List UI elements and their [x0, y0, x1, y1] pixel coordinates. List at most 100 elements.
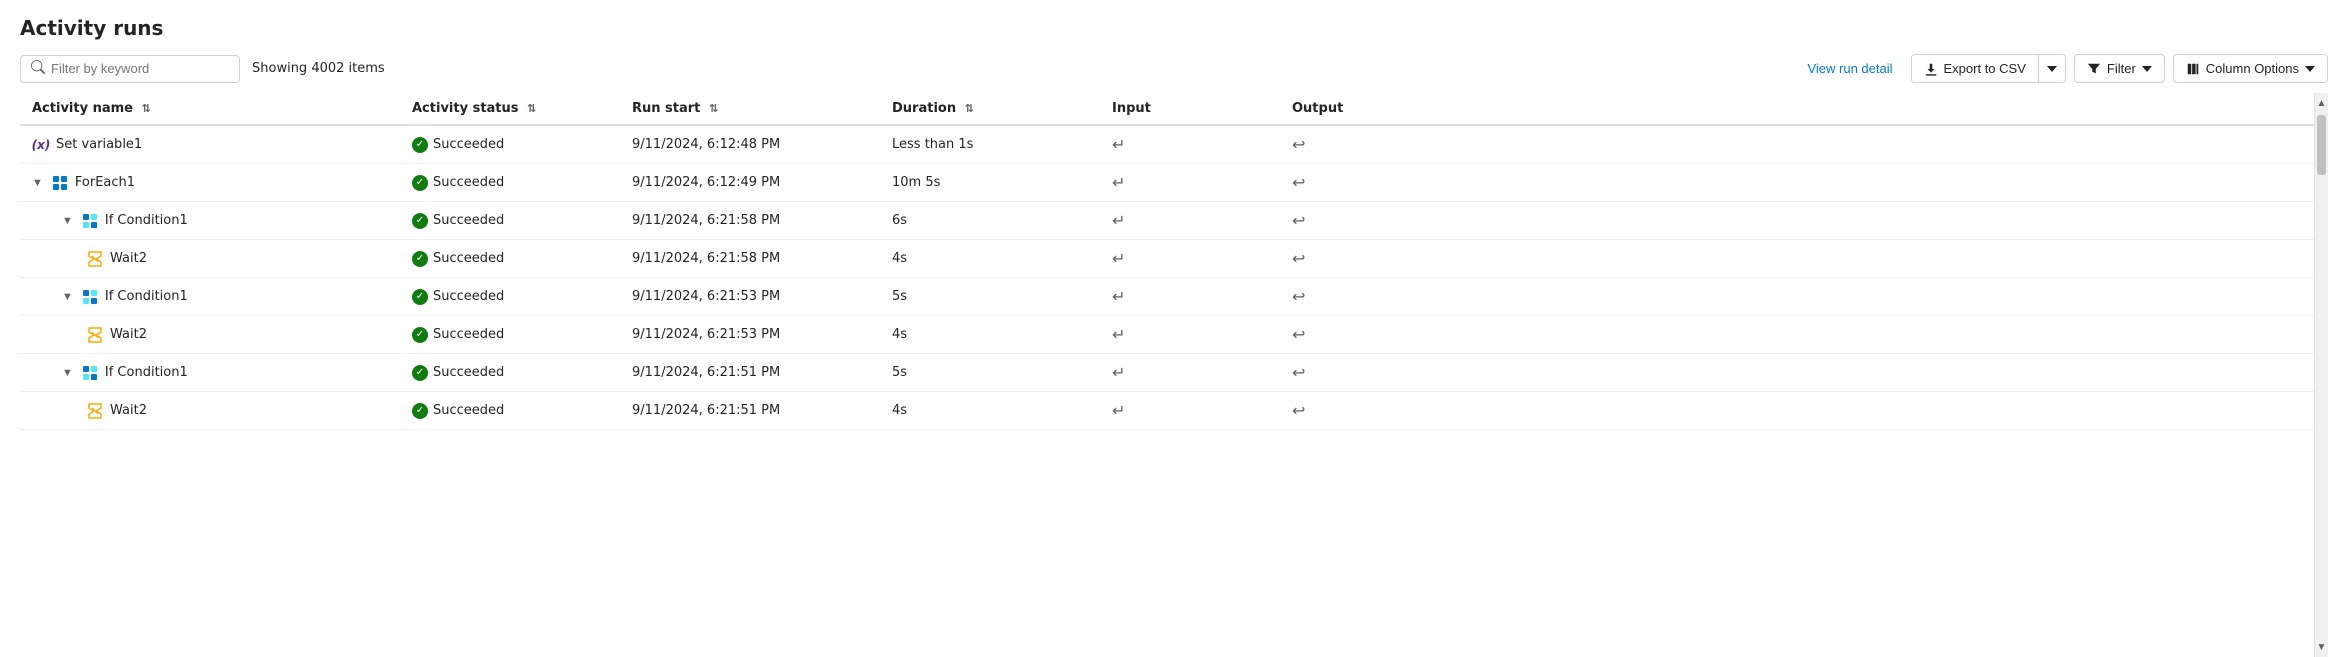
- output-link-icon[interactable]: ↩: [1292, 363, 1305, 382]
- export-csv-label: Export to CSV: [1944, 61, 2026, 76]
- expand-button[interactable]: ▼: [32, 177, 43, 189]
- filter-chevron-icon: [2142, 64, 2152, 74]
- duration-cell: 5s: [880, 354, 1100, 392]
- run-start-cell: 9/11/2024, 6:12:48 PM: [620, 125, 880, 164]
- status-text: Succeeded: [433, 251, 504, 266]
- status-text: Succeeded: [433, 403, 504, 418]
- activity-status-cell: Succeeded: [400, 164, 620, 202]
- duration-cell: 4s: [880, 240, 1100, 278]
- scrollbar-up-button[interactable]: ▲: [2315, 93, 2329, 113]
- download-icon: [1924, 62, 1938, 76]
- output-cell: ↩: [1280, 392, 2328, 430]
- input-cell: ↵: [1100, 316, 1280, 354]
- input-link-icon[interactable]: ↵: [1112, 401, 1125, 420]
- table-header: Activity name ⇅ Activity status ⇅ Run st…: [20, 93, 2328, 125]
- status-check-icon: [412, 403, 428, 419]
- activity-name-text: Wait2: [110, 327, 147, 342]
- col-duration-label: Duration: [892, 101, 956, 116]
- activity-name-text: ForEach1: [75, 175, 135, 190]
- expand-button[interactable]: ▼: [62, 367, 73, 379]
- status-text: Succeeded: [433, 175, 504, 190]
- input-link-icon[interactable]: ↵: [1112, 287, 1125, 306]
- column-options-label: Column Options: [2206, 61, 2299, 76]
- input-link-icon[interactable]: ↵: [1112, 135, 1125, 154]
- input-link-icon[interactable]: ↵: [1112, 211, 1125, 230]
- output-link-icon[interactable]: ↩: [1292, 401, 1305, 420]
- ifcondition-icon: [81, 288, 99, 306]
- duration-cell: Less than 1s: [880, 125, 1100, 164]
- table-row: ▼ If Condition1 Succeeded 9/11/2024, 6:2…: [20, 202, 2328, 240]
- activity-name-cell: (x)Set variable1: [20, 125, 400, 164]
- col-header-activity-status[interactable]: Activity status ⇅: [400, 93, 620, 125]
- expand-button[interactable]: ▼: [62, 215, 73, 227]
- activity-name-cell: Wait2: [20, 240, 400, 278]
- status-text: Succeeded: [433, 213, 504, 228]
- run-start-cell: 9/11/2024, 6:21:58 PM: [620, 240, 880, 278]
- status-check-icon: [412, 327, 428, 343]
- output-link-icon[interactable]: ↩: [1292, 325, 1305, 344]
- status-badge: Succeeded: [412, 251, 608, 267]
- toolbar: Showing 4002 items View run detail Expor…: [20, 54, 2328, 83]
- table-body: (x)Set variable1 Succeeded 9/11/2024, 6:…: [20, 125, 2328, 430]
- col-duration-sort-icon: ⇅: [965, 102, 974, 115]
- activity-status-cell: Succeeded: [400, 125, 620, 164]
- run-start-cell: 9/11/2024, 6:21:51 PM: [620, 392, 880, 430]
- column-options-button[interactable]: Column Options: [2173, 54, 2328, 83]
- output-link-icon[interactable]: ↩: [1292, 287, 1305, 306]
- ifcondition-icon: [81, 364, 99, 382]
- scrollbar-down-button[interactable]: ▼: [2315, 637, 2329, 657]
- status-badge: Succeeded: [412, 137, 608, 153]
- toolbar-left: Showing 4002 items: [20, 55, 1789, 83]
- column-options-icon: [2186, 62, 2200, 76]
- expand-button[interactable]: ▼: [62, 291, 73, 303]
- foreach-icon: [51, 174, 69, 192]
- col-header-input: Input: [1100, 93, 1280, 125]
- activity-name-text: If Condition1: [105, 213, 188, 228]
- scrollbar-thumb[interactable]: [2317, 115, 2326, 175]
- activity-table: Activity name ⇅ Activity status ⇅ Run st…: [20, 93, 2328, 430]
- col-activity-status-label: Activity status: [412, 101, 519, 116]
- activity-name-text: Wait2: [110, 251, 147, 266]
- output-link-icon[interactable]: ↩: [1292, 211, 1305, 230]
- input-cell: ↵: [1100, 278, 1280, 316]
- activity-name-cell: ▼ If Condition1: [20, 354, 400, 392]
- output-link-icon[interactable]: ↩: [1292, 249, 1305, 268]
- view-run-detail-button[interactable]: View run detail: [1797, 55, 1902, 82]
- filter-button[interactable]: Filter: [2074, 54, 2165, 83]
- wait-icon: [86, 326, 104, 344]
- status-text: Succeeded: [433, 365, 504, 380]
- scrollbar: ▲ ▼: [2314, 93, 2328, 657]
- input-cell: ↵: [1100, 202, 1280, 240]
- input-link-icon[interactable]: ↵: [1112, 173, 1125, 192]
- activity-status-cell: Succeeded: [400, 240, 620, 278]
- search-icon: [31, 60, 45, 78]
- export-caret-button[interactable]: [2039, 55, 2065, 82]
- activity-name-cell: ▼ If Condition1: [20, 278, 400, 316]
- export-csv-button[interactable]: Export to CSV: [1912, 55, 2038, 82]
- activity-name-cell: Wait2: [20, 392, 400, 430]
- activity-name-text: If Condition1: [105, 289, 188, 304]
- col-output-label: Output: [1292, 101, 1343, 116]
- activity-name-content: Wait2: [32, 326, 388, 344]
- col-header-run-start[interactable]: Run start ⇅: [620, 93, 880, 125]
- activity-name-cell: ▼ ForEach1: [20, 164, 400, 202]
- run-start-cell: 9/11/2024, 6:21:51 PM: [620, 354, 880, 392]
- status-text: Succeeded: [433, 289, 504, 304]
- input-cell: ↵: [1100, 354, 1280, 392]
- output-link-icon[interactable]: ↩: [1292, 173, 1305, 192]
- table-row: (x)Set variable1 Succeeded 9/11/2024, 6:…: [20, 125, 2328, 164]
- run-start-cell: 9/11/2024, 6:12:49 PM: [620, 164, 880, 202]
- input-link-icon[interactable]: ↵: [1112, 325, 1125, 344]
- col-activity-sort-icon: ⇅: [142, 102, 151, 115]
- output-link-icon[interactable]: ↩: [1292, 135, 1305, 154]
- activity-status-cell: Succeeded: [400, 278, 620, 316]
- col-header-duration[interactable]: Duration ⇅: [880, 93, 1100, 125]
- search-input[interactable]: [51, 61, 229, 76]
- col-header-activity-name[interactable]: Activity name ⇅: [20, 93, 400, 125]
- input-cell: ↵: [1100, 125, 1280, 164]
- activity-name-text: Set variable1: [56, 137, 142, 152]
- input-link-icon[interactable]: ↵: [1112, 249, 1125, 268]
- ifcondition-icon: [81, 212, 99, 230]
- input-link-icon[interactable]: ↵: [1112, 363, 1125, 382]
- status-check-icon: [412, 365, 428, 381]
